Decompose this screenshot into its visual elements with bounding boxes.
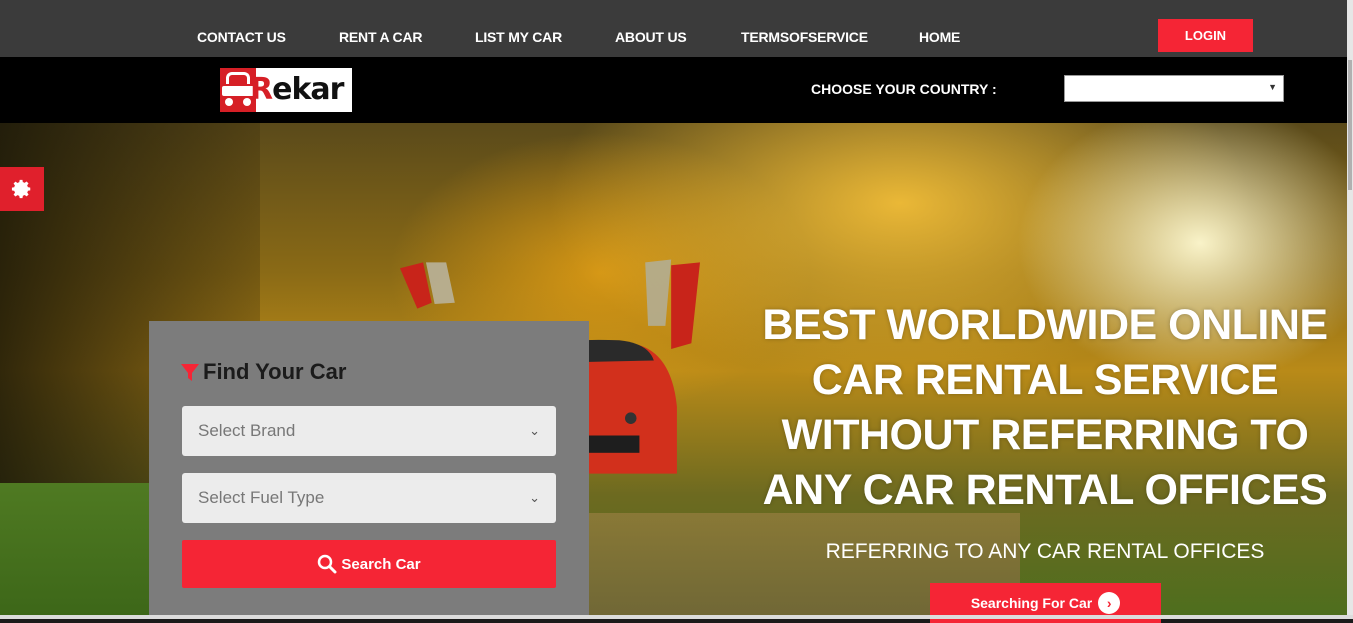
bottom-edge <box>0 615 1353 619</box>
search-car-label: Search Car <box>341 555 421 573</box>
site-header: Rekar CHOOSE YOUR COUNTRY : ▼ <box>0 57 1353 123</box>
nav-list-my-car[interactable]: LIST MY CAR <box>475 29 562 45</box>
chevron-right-icon: › <box>1098 592 1121 614</box>
chevron-down-icon: ⌄ <box>529 423 540 438</box>
fuel-select-placeholder: Select Fuel Type <box>198 488 325 507</box>
brand-select[interactable]: Select Brand ⌄ <box>182 406 556 456</box>
nav-about-us[interactable]: ABOUT US <box>615 29 687 45</box>
find-your-car-panel: Find Your Car Select Brand ⌄ Select Fuel… <box>149 321 589 619</box>
login-button[interactable]: LOGIN <box>1158 19 1253 52</box>
fuel-type-select[interactable]: Select Fuel Type ⌄ <box>182 473 556 523</box>
logo-wordmark: Rekar <box>250 72 344 107</box>
search-car-button[interactable]: Search Car <box>182 540 556 588</box>
nav-rent-a-car[interactable]: RENT A CAR <box>339 29 422 45</box>
scrollbar-thumb[interactable] <box>1348 60 1352 190</box>
nav-terms-of-service[interactable]: TERMSOFSERVICE <box>741 29 868 45</box>
hero-headline: BEST WORLDWIDE ONLINE CAR RENTAL SERVICE… <box>762 301 1328 514</box>
brand-select-placeholder: Select Brand <box>198 421 296 440</box>
page-scrollbar[interactable] <box>1347 0 1353 619</box>
search-icon <box>318 554 337 574</box>
hero-subline: REFERRING TO ANY CAR RENTAL OFFICES <box>825 540 1265 563</box>
find-your-car-title: Find Your Car <box>203 359 347 384</box>
chevron-down-icon: ⌄ <box>529 490 540 505</box>
nav-home[interactable]: HOME <box>919 29 960 45</box>
nav-contact-us[interactable]: CONTACT US <box>197 29 286 45</box>
country-label: CHOOSE YOUR COUNTRY : <box>811 81 997 97</box>
dropdown-arrow-icon: ▼ <box>1268 82 1277 92</box>
cta-label: Searching For Car <box>970 595 1093 611</box>
settings-button[interactable] <box>0 167 44 211</box>
top-navigation: CONTACT US RENT A CAR LIST MY CAR ABOUT … <box>0 0 1353 57</box>
gear-icon <box>11 179 31 199</box>
country-select[interactable]: ▼ <box>1064 75 1284 102</box>
rekar-logo[interactable]: Rekar <box>220 68 352 112</box>
